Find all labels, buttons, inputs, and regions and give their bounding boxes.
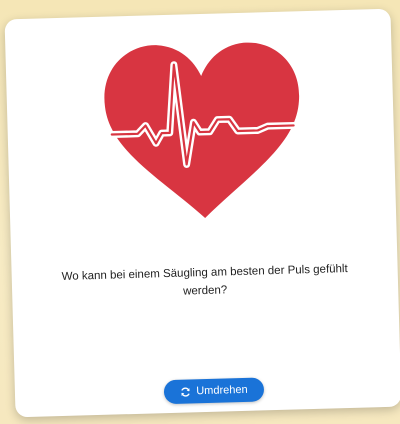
refresh-icon bbox=[180, 386, 191, 397]
heart-ecg-icon bbox=[95, 33, 310, 229]
flashcard: Wo kann bei einem Säugling am besten der… bbox=[4, 8, 400, 418]
flip-button[interactable]: Umdrehen bbox=[163, 377, 265, 405]
page-background: Wo kann bei einem Säugling am besten der… bbox=[0, 0, 400, 424]
question-text: Wo kann bei einem Säugling am besten der… bbox=[61, 262, 348, 298]
flip-button-label: Umdrehen bbox=[196, 383, 248, 398]
